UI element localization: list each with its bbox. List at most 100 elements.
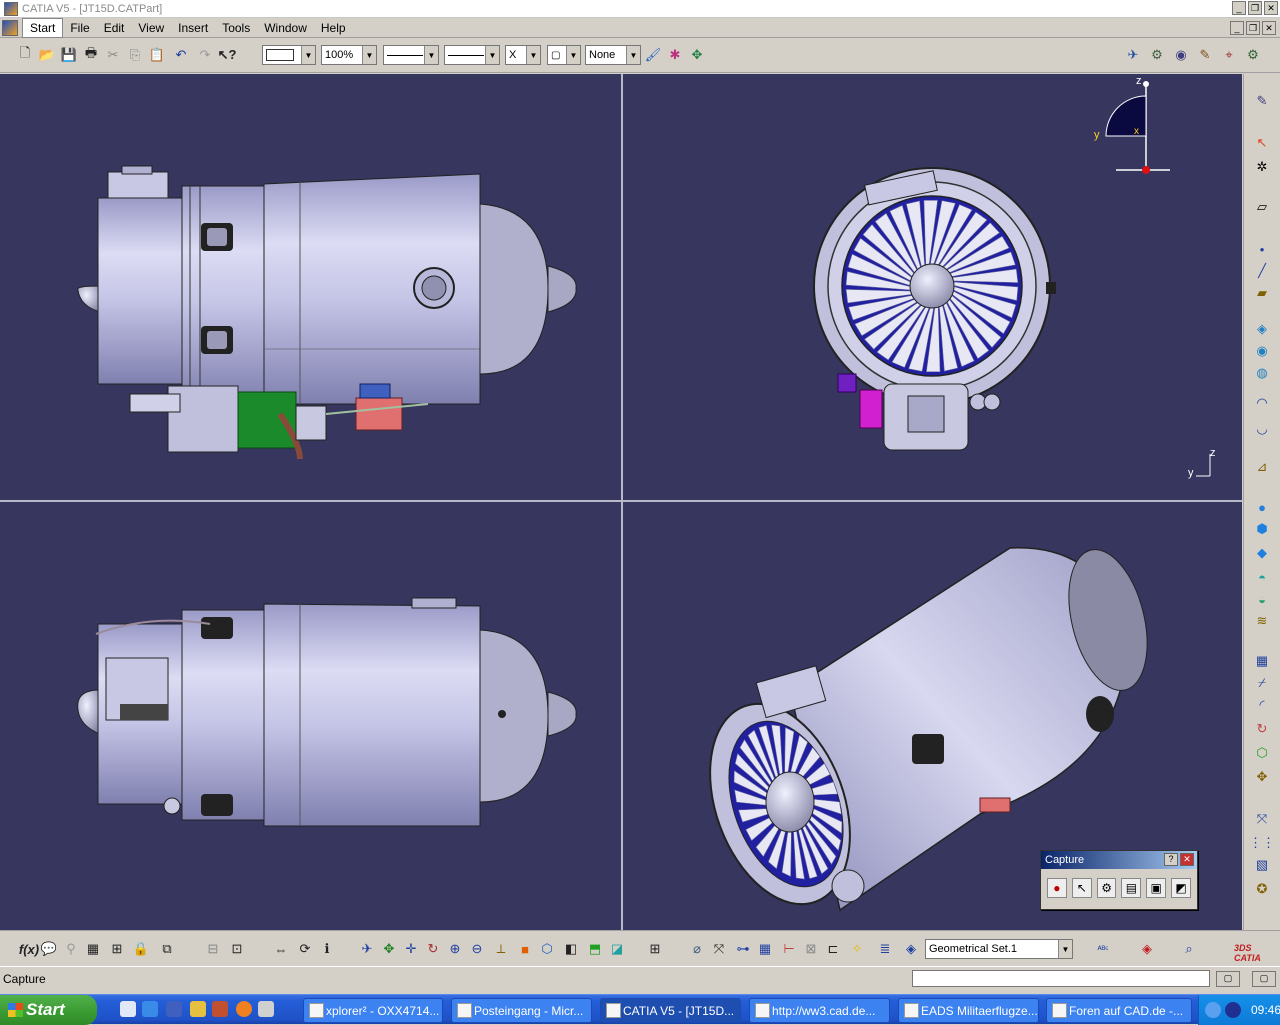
fill-color-combo[interactable]: ▼ [262,45,316,65]
boundary-icon[interactable]: ↻ [1252,720,1272,738]
constraint-icon[interactable]: ⊢ [780,940,798,958]
capture-options-icon[interactable]: ⚙ [1096,878,1117,898]
fit-all-icon[interactable]: ⇔ [272,940,290,958]
fill-icon[interactable]: ◒ [1252,590,1272,608]
graphic-properties-icon[interactable]: ✱ [666,46,684,64]
info-icon[interactable]: ℹ [318,940,336,958]
fly-icon[interactable]: ✈ [358,940,376,958]
multi-view-icon[interactable]: ■ [516,940,534,958]
capture-video-icon[interactable]: ◩ [1171,878,1191,898]
quicklaunch-desktop-icon[interactable] [120,1001,136,1017]
dimension-icon[interactable]: ⊠ [802,940,820,958]
minimize-button[interactable]: _ [1232,1,1246,15]
sweep-icon[interactable]: ◍ [1252,364,1272,382]
axis-system-icon[interactable]: ⤧ [1252,810,1272,828]
restore-button[interactable]: ❐ [1248,1,1262,15]
transparency-combo[interactable]: 100% ▼ [321,45,377,65]
quicklaunch-explorer-icon[interactable] [258,1001,274,1017]
capture-image-icon[interactable]: ▣ [1146,878,1167,898]
redo-icon[interactable]: ↷ [196,46,214,64]
tray-expand-icon[interactable] [1205,1002,1221,1018]
magnifier-tool-icon[interactable]: ⌖ [1220,46,1238,64]
geometrical-set-icon[interactable]: ◈ [902,940,920,958]
power-input-field[interactable] [912,970,1210,987]
menu-start[interactable]: Start [22,17,64,38]
3d-viewport[interactable]: z y x y z [0,74,1242,930]
copy-icon[interactable]: ⎘ [126,46,144,64]
fly-mode-icon[interactable]: ✈ [1124,46,1142,64]
new-file-icon[interactable]: 🗋 [16,45,34,64]
zoom-out-icon[interactable]: ⊖ [468,940,486,958]
structure-icon[interactable]: ⊶ [734,940,752,958]
viewport-divider-horizontal[interactable] [0,500,1242,502]
swap-space-icon[interactable]: ⬒ [586,940,604,958]
quicklaunch-app-icon[interactable] [212,1001,228,1017]
pattern-icon[interactable]: ⋮⋮ [1249,834,1275,852]
layer-combo[interactable]: None ▼ [585,45,641,65]
cut-icon[interactable]: ✂ [104,46,122,64]
search-icon[interactable]: ⌕ [1180,940,1198,958]
line-thickness-combo[interactable]: ▼ [383,45,439,65]
settings-tool-icon[interactable]: ⚙ [1244,46,1262,64]
material-icon[interactable]: ◈ [1138,940,1156,958]
zoom-in-icon[interactable]: ⊕ [446,940,464,958]
apply-material-icon[interactable]: ✥ [688,46,706,64]
extrude-icon[interactable]: ◈ [1252,320,1272,338]
move-icon[interactable]: ✛ [402,940,420,958]
spell-check-icon[interactable]: ᴬᴮᶜ [1094,940,1112,958]
status-button-2[interactable]: ▢ [1252,971,1276,987]
update-icon[interactable]: ⟳ [296,940,314,958]
quicklaunch-outlook-icon[interactable] [190,1001,206,1017]
record-icon[interactable]: ● [1047,878,1067,898]
undo-icon[interactable]: ↶ [172,46,190,64]
paste-icon[interactable]: 📋 [148,46,166,64]
sketcher-icon[interactable]: ▱ [1252,198,1272,216]
task-xplorer[interactable]: xplorer² - OXX4714... [303,998,443,1023]
grid-icon[interactable]: ▦ [756,940,774,958]
knowledge-icon[interactable]: ⧉ [158,940,176,958]
comment-icon[interactable]: 💬 [40,940,58,958]
task-foren[interactable]: Foren auf CAD.de -... [1046,998,1192,1023]
repetition-icon[interactable]: ▧ [1252,856,1272,874]
quicklaunch-hp-icon[interactable] [166,1001,182,1017]
viewport-divider-vertical[interactable] [621,74,623,930]
formula-icon[interactable]: f(x) [18,940,40,958]
sphere-icon[interactable]: ● [1252,498,1272,516]
render-icon[interactable]: ⊞ [646,940,664,958]
turn-head-icon[interactable]: ◉ [1172,46,1190,64]
menu-file[interactable]: File [63,19,96,37]
multi-section-icon[interactable]: ≋ [1252,612,1272,630]
task-eads[interactable]: EADS Militaerflugze... [898,998,1039,1023]
join-icon[interactable]: ▦ [1252,652,1272,670]
pan-icon[interactable]: ✥ [380,940,398,958]
point-symbol-combo[interactable]: X ▼ [505,45,541,65]
capture-close-button[interactable]: ✕ [1180,853,1194,866]
catalog-icon[interactable]: ⊟ [204,940,222,958]
cylinder-icon[interactable]: ⬢ [1252,520,1272,538]
sketch-mode-icon[interactable]: ✎ [1252,92,1272,110]
compass-widget[interactable]: z y x [1094,75,1170,174]
lock-icon[interactable]: 🔒 [132,940,150,958]
quicklaunch-ie-icon[interactable] [142,1001,158,1017]
save-icon[interactable]: 💾 [60,46,78,64]
list-icon[interactable]: ≣ [876,940,894,958]
walk-mode-icon[interactable]: ⚙ [1148,46,1166,64]
revolve-icon[interactable]: ◉ [1252,342,1272,360]
quicklaunch-firefox-icon[interactable] [236,1001,252,1017]
point-icon[interactable]: • [1252,240,1272,258]
annotation-icon[interactable]: ✧ [848,940,866,958]
axis-icon[interactable]: ⤧ [710,940,728,958]
law-icon[interactable]: ⚲ [62,940,80,958]
line-type-combo[interactable]: ▼ [444,45,500,65]
whats-this-icon[interactable]: ↖? [218,46,237,64]
task-cad-de[interactable]: http://ww3.cad.de... [749,998,890,1023]
line-icon[interactable]: ╱ [1252,262,1272,280]
snap-icon[interactable]: ✲ [1252,158,1272,176]
rotate-icon[interactable]: ↻ [424,940,442,958]
document-icon[interactable] [2,19,18,36]
corner-icon[interactable]: ⊿ [1252,458,1272,476]
status-button-1[interactable]: ▢ [1216,971,1240,987]
translate-icon[interactable]: ✥ [1252,768,1272,786]
fillet-icon[interactable]: ◠ [1252,394,1272,412]
menu-view[interactable]: View [131,19,171,37]
